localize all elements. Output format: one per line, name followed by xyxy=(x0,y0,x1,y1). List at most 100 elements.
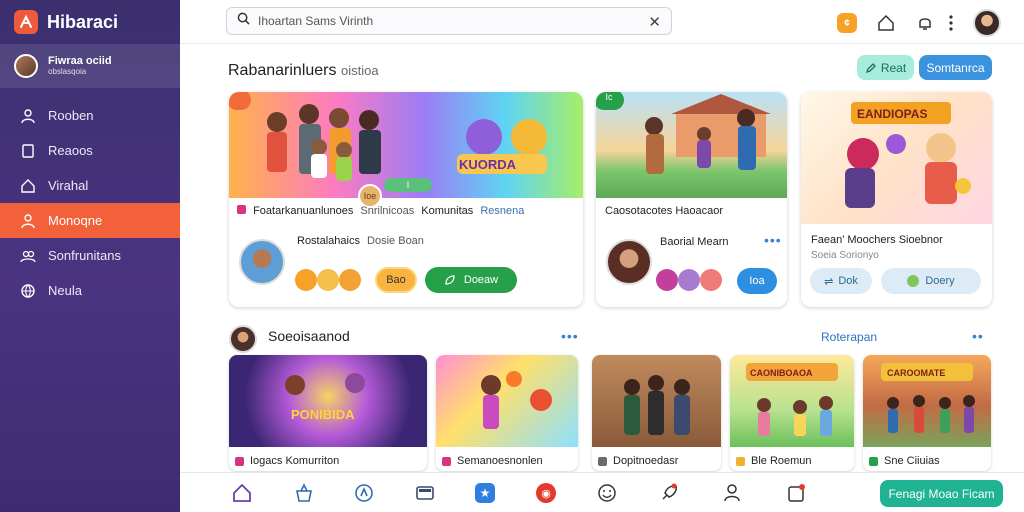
sidebar-item-label: Monoqne xyxy=(48,213,103,228)
banner-image: EANDIOPAS xyxy=(801,92,992,224)
cta-button[interactable]: Fenagi Moao Ficam xyxy=(880,480,1003,507)
more-vertical-icon[interactable] xyxy=(946,12,956,34)
reaction-icon[interactable] xyxy=(656,269,678,291)
reaction-icon[interactable] xyxy=(339,269,361,291)
card-subtitle: Rostalahaics Dosie Boan xyxy=(297,235,424,247)
label-square-icon xyxy=(598,456,607,466)
smile-icon[interactable] xyxy=(596,482,618,504)
bottom-nav: ★ ◉ Fenagi Moao Ficam xyxy=(180,472,1024,512)
profile-name: Fiwraa ociid obslasqoia xyxy=(48,55,112,76)
section-title: Soeoisaanod xyxy=(268,328,350,344)
globe-icon xyxy=(20,283,36,299)
secondary-button-label: Dok xyxy=(838,275,858,287)
tv-icon[interactable] xyxy=(414,482,436,504)
reaction-icon[interactable] xyxy=(700,269,722,291)
content-card[interactable]: CAROOMATE Sne Ciiuias xyxy=(863,355,991,471)
star-icon: ★ xyxy=(475,483,495,503)
secondary-button[interactable]: Bao xyxy=(375,267,417,293)
sidebar-item-sonfrunitans[interactable]: Sonfrunitans xyxy=(0,238,180,273)
sidebar-item-rooben[interactable]: Rooben xyxy=(0,98,180,133)
primary-button[interactable]: Doeaw xyxy=(425,267,517,293)
secondary-button-label: Doery xyxy=(925,275,955,287)
card-title-suffix: Komunitas xyxy=(421,205,474,217)
card-subtitle: Soeia Sorionyo xyxy=(811,250,879,261)
card-label: Semanoesnonlen xyxy=(442,455,543,467)
sidebar-item-label: Reaoos xyxy=(48,143,93,158)
filter-icon: ⇌ xyxy=(824,275,834,288)
card-title-main: Snrilnicoas xyxy=(360,205,415,217)
home-icon[interactable] xyxy=(231,482,253,504)
card-subtitle: Baorial Mearn xyxy=(660,236,729,248)
card-label-text: Sne Ciiuias xyxy=(884,455,940,467)
label-square-icon xyxy=(235,456,244,466)
badge-circle-icon: ◉ xyxy=(536,483,556,503)
more-options-icon[interactable]: ••• xyxy=(764,232,782,248)
card-image xyxy=(592,355,721,447)
card-label: Iogacs Komurriton xyxy=(235,455,339,467)
close-icon[interactable]: ✕ xyxy=(648,13,661,31)
top-icons: ¢ xyxy=(819,8,1002,38)
compass-icon[interactable] xyxy=(353,482,375,504)
profile-name-line2: obslasqoia xyxy=(48,66,87,76)
people-icon xyxy=(20,248,36,264)
more-options-icon[interactable]: •• xyxy=(972,328,984,344)
featured-card[interactable]: KUORDA Ioe I Foatarkanuanlunoes Snrilnic… xyxy=(229,92,583,307)
sidebar-item-virahal[interactable]: Virahal xyxy=(0,168,180,203)
blue-star-badge-icon[interactable]: ★ xyxy=(474,482,496,504)
user-avatar[interactable] xyxy=(972,8,1002,38)
person-group-icon xyxy=(20,213,36,229)
basket-icon[interactable] xyxy=(293,482,315,504)
user-icon[interactable] xyxy=(721,482,743,504)
coin-badge-icon[interactable]: ¢ xyxy=(836,12,858,34)
rocket-icon[interactable] xyxy=(658,482,680,504)
banner-badge: I xyxy=(384,178,432,192)
card-title: Caosotacotes Haoacaor xyxy=(605,205,724,217)
content-card[interactable]: CAONIBOAOA Ble Roemun xyxy=(730,355,854,471)
see-all-link[interactable]: Roterapan xyxy=(821,330,877,344)
profile[interactable]: Fiwraa ociid obslasqoia xyxy=(0,44,180,88)
sidebar-item-neula[interactable]: Neula xyxy=(0,273,180,308)
search-input[interactable]: Ihoartan Sams Virinth ✕ xyxy=(226,7,672,35)
label-square-icon xyxy=(869,456,878,466)
primary-action-button[interactable]: Somtanrca xyxy=(919,55,992,80)
featured-card[interactable]: EANDIOPAS Faean' Moochers Sioebnor Soeia… xyxy=(801,92,992,307)
primary-button-label: Doeaw xyxy=(463,274,499,286)
secondary-button[interactable]: Doery xyxy=(881,268,981,294)
card-label: Dopitnoedasr xyxy=(598,455,678,467)
card-label-text: Semanoesnonlen xyxy=(457,455,543,467)
card-title: Foatarkanuanlunoes Snrilnicoas Komunitas… xyxy=(237,205,524,217)
content-card[interactable]: PONIBIDA Iogacs Komurriton xyxy=(229,355,427,471)
reaction-icon[interactable] xyxy=(295,269,317,291)
edit-button[interactable]: Reat xyxy=(857,55,914,80)
sidebar-item-monoqne[interactable]: Monoqne xyxy=(0,203,180,238)
page-title-text: Rabanarinluers xyxy=(228,62,337,79)
card-label: Sne Ciiuias xyxy=(869,455,940,467)
reaction-icon[interactable] xyxy=(678,269,700,291)
content-card[interactable]: Dopitnoedasr xyxy=(592,355,721,471)
card-subtitle-secondary: Dosie Boan xyxy=(367,235,424,247)
edit-icon xyxy=(865,62,876,73)
sidebar-item-label: Rooben xyxy=(48,108,94,123)
featured-card[interactable]: Ic Caosotacotes Haoacaor Baorial Mearn •… xyxy=(596,92,787,307)
clock-icon xyxy=(907,275,920,287)
inbox-icon[interactable] xyxy=(785,482,807,504)
home-icon[interactable] xyxy=(875,12,897,34)
sidebar-item-reaoos[interactable]: Reaoos xyxy=(0,133,180,168)
search-icon xyxy=(237,12,250,30)
secondary-button[interactable]: ⇌ Dok xyxy=(810,268,872,294)
card-logo-text: CAROOMATE xyxy=(887,368,945,378)
document-icon xyxy=(20,143,36,159)
card-title-tail: Resnena xyxy=(480,205,525,217)
more-options-icon[interactable]: ••• xyxy=(561,328,579,344)
page-title: Rabanarinluers oistioa xyxy=(228,62,379,80)
red-circle-badge-icon[interactable]: ◉ xyxy=(535,482,557,504)
content-card[interactable]: Semanoesnonlen xyxy=(436,355,578,471)
card-label-text: Dopitnoedasr xyxy=(613,455,679,467)
brand-logo-icon xyxy=(14,10,38,34)
bell-icon[interactable] xyxy=(914,12,936,34)
profile-name-line1: Fiwraa ociid xyxy=(48,55,112,68)
primary-button[interactable]: Ioa xyxy=(737,268,777,294)
reaction-icon[interactable] xyxy=(317,269,339,291)
card-image: PONIBIDA xyxy=(229,355,427,447)
brand[interactable]: Hibaraci xyxy=(0,0,180,44)
